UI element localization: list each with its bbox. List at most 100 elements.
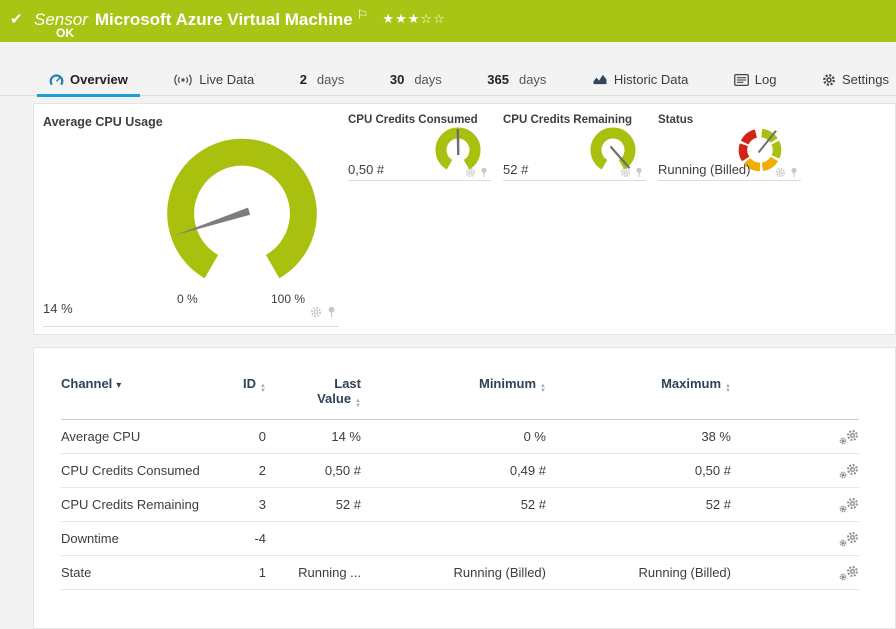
tab-settings[interactable]: Settings: [819, 64, 892, 96]
channels-panel: Channel▾ ID▲▼ LastValue▲▼ Minimum▲▼ Maxi…: [33, 347, 896, 629]
gauge-cell-credits-remaining: CPU Credits Remaining 52 #: [503, 114, 646, 181]
column-header-maximum[interactable]: Maximum▲▼: [546, 376, 731, 394]
tab-number: 365: [487, 72, 509, 87]
channel-name[interactable]: CPU Credits Consumed: [61, 463, 236, 478]
gauge-cell-status: Status Running (Billed): [658, 114, 801, 181]
tab-number: 2: [300, 72, 307, 87]
gauge-min-label: 0 %: [177, 292, 198, 306]
pin-icon[interactable]: [479, 167, 489, 178]
channel-id: 0: [236, 429, 266, 444]
log-list-icon: [734, 74, 749, 86]
tab-number: 30: [390, 72, 404, 87]
channel-name[interactable]: Downtime: [61, 531, 236, 546]
channel-last-value: 0,50 #: [266, 463, 361, 478]
channel-maximum: 38 %: [546, 429, 731, 444]
gauge-cell-credits-consumed: CPU Credits Consumed 0,50 #: [348, 114, 491, 181]
dropdown-caret-icon: ▾: [116, 380, 121, 391]
channel-maximum: Running (Billed): [546, 565, 731, 580]
gauge-max-label: 100 %: [271, 292, 305, 306]
channel-last-value: Running ...: [266, 565, 361, 580]
tab-30-days[interactable]: 30 days: [387, 64, 445, 96]
gauge-settings-gear-icon[interactable]: [775, 167, 786, 178]
channel-id: -4: [236, 531, 266, 546]
channel-name[interactable]: State: [61, 565, 236, 580]
live-data-icon: [173, 73, 193, 87]
channel-settings-icon[interactable]: [839, 429, 859, 445]
gear-icon: [822, 73, 836, 87]
sensor-header: ✔ SensorMicrosoft Azure Virtual Machine⚐…: [0, 0, 896, 42]
gauge-value: Running (Billed): [658, 162, 751, 177]
table-row: CPU Credits Remaining 3 52 # 52 # 52 #: [61, 488, 859, 522]
tab-unit: days: [519, 72, 546, 87]
gauge-settings-gear-icon[interactable]: [310, 306, 322, 318]
column-header-minimum[interactable]: Minimum▲▼: [361, 376, 546, 394]
tab-live-data[interactable]: Live Data: [170, 64, 257, 96]
gauges-panel: Average CPU Usage 0 % 100 % 14 % CPU Cre…: [33, 103, 896, 335]
gauge-settings-gear-icon[interactable]: [465, 167, 476, 178]
sensor-title-line: SensorMicrosoft Azure Virtual Machine⚐★★…: [34, 7, 446, 30]
tab-2-days[interactable]: 2 days: [297, 64, 348, 96]
tab-bar: Overview Live Data 2days 30days 365days …: [0, 64, 896, 96]
column-header-channel[interactable]: Channel▾: [61, 376, 236, 391]
area-chart-icon: [592, 73, 608, 86]
channel-last-value: 52 #: [266, 497, 361, 512]
channel-last-value: 14 %: [266, 429, 361, 444]
tab-unit: days: [317, 72, 344, 87]
column-header-last-value[interactable]: LastValue▲▼: [266, 376, 361, 409]
gauge-cell-average-cpu: Average CPU Usage 0 % 100 % 14 %: [34, 104, 344, 334]
channel-name[interactable]: Average CPU: [61, 429, 236, 444]
channel-settings-icon[interactable]: [839, 531, 859, 547]
tab-label: Historic Data: [614, 72, 688, 87]
gauge-value: 14 %: [43, 301, 73, 316]
gauge-title: Average CPU Usage: [43, 115, 163, 129]
gauge-title: Status: [658, 114, 693, 126]
prtg-sensor-page: ✔ SensorMicrosoft Azure Virtual Machine⚐…: [0, 0, 896, 629]
tab-log[interactable]: Log: [731, 64, 780, 96]
channel-settings-icon[interactable]: [839, 497, 859, 513]
sort-icon: ▲▼: [725, 384, 731, 394]
sort-icon: ▲▼: [355, 399, 361, 409]
tab-unit: days: [414, 72, 441, 87]
priority-stars[interactable]: ★★★☆☆: [382, 11, 445, 26]
average-cpu-gauge: [149, 128, 335, 286]
channel-id: 2: [236, 463, 266, 478]
pin-icon[interactable]: [326, 306, 337, 318]
tab-label: Log: [755, 72, 777, 87]
pin-icon[interactable]: [789, 167, 799, 178]
tab-label: Live Data: [199, 72, 254, 87]
table-row: Downtime -4: [61, 522, 859, 556]
channel-maximum: 0,50 #: [546, 463, 731, 478]
gauge-icon: [49, 73, 64, 87]
ok-check-icon: ✔: [10, 10, 23, 28]
table-header-row: Channel▾ ID▲▼ LastValue▲▼ Minimum▲▼ Maxi…: [61, 376, 859, 420]
pin-icon[interactable]: [634, 167, 644, 178]
channel-maximum: 52 #: [546, 497, 731, 512]
channels-table: Channel▾ ID▲▼ LastValue▲▼ Minimum▲▼ Maxi…: [61, 376, 859, 590]
gauge-value: 52 #: [503, 162, 528, 177]
cell-separator: [43, 326, 339, 327]
channel-minimum: 0,49 #: [361, 463, 546, 478]
column-header-id[interactable]: ID▲▼: [236, 376, 266, 394]
tab-historic-data[interactable]: Historic Data: [589, 64, 691, 96]
gauge-settings-gear-icon[interactable]: [620, 167, 631, 178]
table-row: Average CPU 0 14 % 0 % 38 %: [61, 420, 859, 454]
channel-name[interactable]: CPU Credits Remaining: [61, 497, 236, 512]
channel-id: 1: [236, 565, 266, 580]
tab-label: Settings: [842, 72, 889, 87]
status-badge: OK: [56, 26, 74, 40]
tab-365-days[interactable]: 365 days: [484, 64, 549, 96]
tab-overview[interactable]: Overview: [46, 64, 131, 96]
channel-id: 3: [236, 497, 266, 512]
page-title: Microsoft Azure Virtual Machine: [95, 10, 353, 29]
table-row: State 1 Running ... Running (Billed) Run…: [61, 556, 859, 590]
channel-settings-icon[interactable]: [839, 565, 859, 581]
channel-minimum: 0 %: [361, 429, 546, 444]
channel-minimum: Running (Billed): [361, 565, 546, 580]
tab-label: Overview: [70, 72, 128, 87]
table-row: CPU Credits Consumed 2 0,50 # 0,49 # 0,5…: [61, 454, 859, 488]
channel-minimum: 52 #: [361, 497, 546, 512]
gauge-needle: [458, 129, 459, 155]
flag-icon[interactable]: ⚐: [357, 7, 369, 22]
gauge-value: 0,50 #: [348, 162, 384, 177]
channel-settings-icon[interactable]: [839, 463, 859, 479]
